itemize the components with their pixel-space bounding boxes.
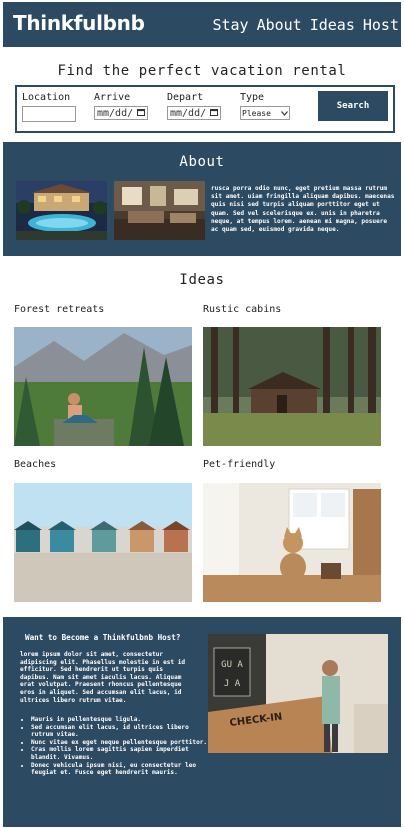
host-benefit: Donec vehicula ipsum nisi, eu consectetu… (31, 762, 211, 777)
finder-title: Find the perfect vacation rental (57, 63, 347, 79)
nav-about[interactable]: About (257, 16, 302, 34)
host-checkin-image: GU A J A CHECK-IN (208, 634, 388, 753)
type-label: Type (240, 92, 265, 103)
arrive-field: Arrive mm/dd/ (94, 92, 148, 120)
calendar-icon[interactable] (210, 108, 218, 119)
idea-label-beaches[interactable]: Beaches (14, 459, 56, 470)
idea-image-beaches[interactable] (14, 483, 192, 602)
about-title: About (179, 154, 225, 170)
idea-label-pets[interactable]: Pet-friendly (203, 459, 275, 470)
idea-image-forest[interactable] (14, 327, 192, 446)
chevron-down-icon (281, 109, 288, 118)
main-nav: Stay About Ideas Host (212, 16, 399, 34)
sign-letters-bottom: J A (224, 679, 241, 689)
host-benefits-list: Mauris in pellentesque ligula. Sed accum… (20, 716, 211, 777)
host-section: Want to Become a Thinkfulbnb Host? lorem… (3, 617, 401, 827)
type-select[interactable]: Please (240, 106, 290, 120)
nav-host[interactable]: Host (363, 16, 399, 34)
depart-field: Depart mm/dd/ (167, 92, 221, 120)
search-form: Location Arrive mm/dd/ Depart mm/dd/ Typ… (15, 85, 395, 133)
host-benefit: Cras mollis lorem sagittis sapien imperd… (31, 746, 211, 761)
location-input[interactable] (22, 106, 76, 122)
host-benefit: Mauris in pellentesque ligula. (31, 716, 211, 724)
host-benefit: Sed accumsan elit lacus, id ultrices lib… (31, 724, 211, 739)
idea-label-forest[interactable]: Forest retreats (14, 304, 104, 315)
about-section: About rusca porra odio nunc, eget pretiu… (3, 142, 401, 256)
type-select-value: Please (242, 108, 271, 118)
about-interior-image (114, 181, 205, 240)
rental-finder: Find the perfect vacation rental Locatio… (3, 54, 401, 139)
idea-label-cabins[interactable]: Rustic cabins (203, 304, 281, 315)
arrive-date-input[interactable]: mm/dd/ (94, 106, 148, 120)
location-field: Location (22, 92, 76, 122)
depart-date-value: mm/dd/ (170, 107, 207, 119)
brand-logo[interactable]: Thinkfulbnb (13, 11, 145, 35)
arrive-date-value: mm/dd/ (97, 107, 134, 119)
about-pool-image (16, 181, 107, 240)
ideas-title: Ideas (179, 272, 225, 288)
sign-letters-top: GU A (221, 660, 243, 670)
about-text: rusca porra odio nunc, eget pretium mass… (211, 185, 395, 234)
nav-ideas[interactable]: Ideas (310, 16, 355, 34)
site-header: Thinkfulbnb Stay About Ideas Host (3, 2, 401, 47)
nav-stay[interactable]: Stay (212, 16, 248, 34)
host-description: lorem ipsum dolor sit amet, consectetur … (20, 651, 186, 704)
depart-label: Depart (167, 92, 204, 103)
calendar-icon[interactable] (137, 108, 145, 119)
idea-image-pets[interactable] (203, 483, 381, 602)
arrive-label: Arrive (94, 92, 131, 103)
idea-image-cabins[interactable] (203, 327, 381, 446)
type-field: Type Please (240, 92, 290, 120)
depart-date-input[interactable]: mm/dd/ (167, 106, 221, 120)
host-title: Want to Become a Thinkfulbnb Host? (25, 633, 181, 642)
location-label: Location (22, 92, 71, 103)
search-button[interactable]: Search (318, 91, 388, 121)
